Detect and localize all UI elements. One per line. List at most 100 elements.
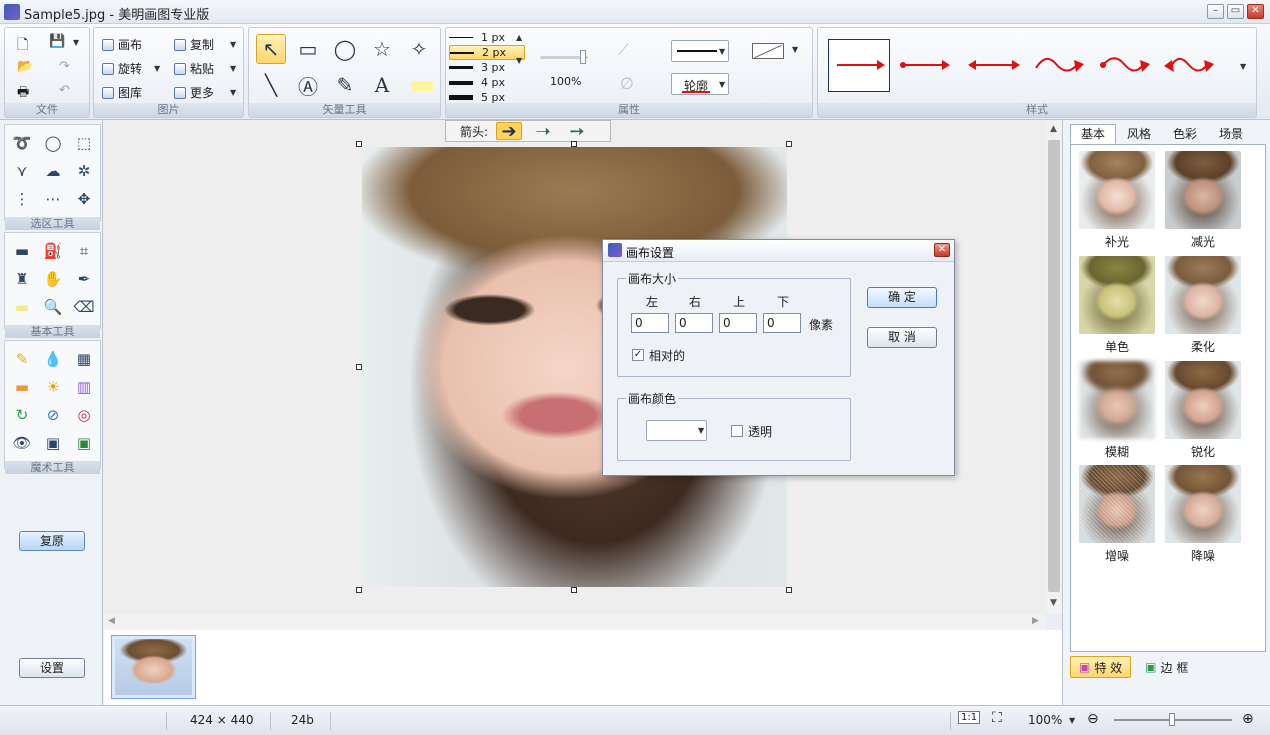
restore-button[interactable]: 复原 xyxy=(19,531,85,551)
rect-select-icon[interactable]: ⬚ xyxy=(69,129,99,157)
resize-handle[interactable] xyxy=(571,587,577,593)
text-icon[interactable]: A xyxy=(367,70,397,100)
vertical-scroll-thumb[interactable] xyxy=(1048,140,1060,592)
vertical-select-icon[interactable]: ⋮ xyxy=(7,185,37,213)
select-arrow-icon[interactable]: ↖ xyxy=(256,34,286,64)
canvas-color-dropdown[interactable]: ▼ xyxy=(646,420,707,441)
resize-handle[interactable] xyxy=(786,141,792,147)
actual-size-button[interactable]: 1:1 xyxy=(958,711,981,724)
zoom-out-icon[interactable]: ⊖ xyxy=(1087,711,1099,727)
mosaic-icon[interactable]: ▦ xyxy=(69,345,99,373)
tab-basic[interactable]: 基本 xyxy=(1070,124,1117,144)
line-icon[interactable]: ╲ xyxy=(256,70,286,100)
width-option-selected[interactable]: 2 px xyxy=(449,45,525,60)
image-thumbnail[interactable] xyxy=(111,635,196,699)
styles-more-icon[interactable]: ▼ xyxy=(1240,62,1246,71)
zoom-slider-thumb[interactable] xyxy=(1169,713,1175,726)
effect-item[interactable]: 模糊 xyxy=(1079,361,1155,460)
brush-icon[interactable]: ✎ xyxy=(7,345,37,373)
line-width-list[interactable]: 1 px 2 px 3 px 4 px 5 px xyxy=(449,30,525,105)
magic-wand-icon[interactable]: ✲ xyxy=(69,157,99,185)
width-option[interactable]: 3 px xyxy=(449,60,525,75)
top-field[interactable]: 0 xyxy=(719,313,757,333)
maximize-icon[interactable]: ▭ xyxy=(1227,4,1244,19)
double-arrow-icon[interactable] xyxy=(966,50,1022,80)
eye-icon[interactable]: 👁 xyxy=(7,429,37,457)
effect-item[interactable]: 减光 xyxy=(1165,151,1241,250)
dialog-close-icon[interactable]: ✕ xyxy=(934,243,950,257)
arrow-head-style-2-icon[interactable]: ➝ xyxy=(530,121,556,142)
crop-icon[interactable]: ⌗ xyxy=(69,237,99,265)
horizontal-select-icon[interactable]: ⋯ xyxy=(38,185,68,213)
resize-handle[interactable] xyxy=(356,364,362,370)
effect-item[interactable]: 锐化 xyxy=(1165,361,1241,460)
highlighter-tool-icon[interactable]: ▬ xyxy=(7,293,37,321)
print-icon[interactable]: 🖶 xyxy=(17,83,29,105)
move-selection-icon[interactable]: ✥ xyxy=(69,185,99,213)
effect-item[interactable]: 增噪 xyxy=(1079,465,1155,564)
resize-handle[interactable] xyxy=(356,141,362,147)
more-dropdown-icon[interactable]: ▼ xyxy=(230,88,236,97)
rotate-button[interactable]: 旋转 ▼ xyxy=(102,60,160,77)
copy-button[interactable]: 复制 ▼ xyxy=(174,36,236,53)
dot-arrow-icon[interactable] xyxy=(898,50,954,80)
width-option[interactable]: 4 px xyxy=(449,75,525,90)
right-field[interactable]: 0 xyxy=(675,313,713,333)
rotate-dropdown-icon[interactable]: ▼ xyxy=(154,64,160,73)
save-dropdown-icon[interactable]: ▼ xyxy=(73,38,79,47)
scroll-right-icon[interactable]: ▶ xyxy=(1032,616,1039,626)
red-eye-icon[interactable]: ◎ xyxy=(69,401,99,429)
zoom-in-icon[interactable]: ⊕ xyxy=(1242,711,1254,727)
opacity-slider-thumb[interactable] xyxy=(580,50,586,64)
effect-item[interactable]: 单色 xyxy=(1079,256,1155,355)
redo-icon[interactable]: ↷ xyxy=(59,59,70,74)
picture-effect-icon[interactable]: ▣ xyxy=(38,429,68,457)
copy-dropdown-icon[interactable]: ▼ xyxy=(230,40,236,49)
tab-color[interactable]: 色彩 xyxy=(1162,124,1208,144)
star-icon[interactable]: ☆ xyxy=(367,34,397,64)
more-button[interactable]: 更多 ▼ xyxy=(174,84,236,101)
effect-item[interactable]: 补光 xyxy=(1079,151,1155,250)
effect-item[interactable]: 降噪 xyxy=(1165,465,1241,564)
arrow-head-style-3-icon[interactable]: ➙ xyxy=(564,121,590,142)
ellipse-select-icon[interactable]: ◯ xyxy=(38,129,68,157)
close-icon[interactable]: ✕ xyxy=(1247,4,1264,19)
blur-drop-icon[interactable]: 💧 xyxy=(38,345,68,373)
magnifier-icon[interactable]: 🔍 xyxy=(38,293,68,321)
callout-icon[interactable]: Ⓐ xyxy=(293,70,323,100)
left-field[interactable]: 0 xyxy=(631,313,669,333)
scroll-left-icon[interactable]: ◀ xyxy=(108,616,115,626)
zoom-dropdown-icon[interactable]: ▼ xyxy=(1069,716,1075,725)
resize-handle[interactable] xyxy=(571,141,577,147)
resize-handle[interactable] xyxy=(356,587,362,593)
replace-color-icon[interactable]: ↻ xyxy=(7,401,37,429)
curve-arrow-icon[interactable] xyxy=(1032,50,1088,80)
transparent-checkbox[interactable] xyxy=(731,425,743,437)
fill-style-dropdown-icon[interactable]: ▼ xyxy=(792,45,798,54)
polygon-lasso-icon[interactable]: ⋎ xyxy=(7,157,37,185)
tab-border[interactable]: ▣ 边 框 xyxy=(1137,656,1196,678)
settings-button[interactable]: 设置 xyxy=(19,658,85,678)
gradient-icon[interactable]: ▬ xyxy=(7,237,37,265)
desaturate-icon[interactable]: ⊘ xyxy=(38,401,68,429)
resize-handle[interactable] xyxy=(786,587,792,593)
tab-scene[interactable]: 场景 xyxy=(1208,124,1254,144)
open-icon[interactable]: 📂 xyxy=(17,59,33,74)
color-fill-icon[interactable]: ▬ xyxy=(7,373,37,401)
highlighter-icon[interactable] xyxy=(411,81,433,91)
undo-icon[interactable]: ↶ xyxy=(59,83,70,98)
gallery-button[interactable]: 图库 xyxy=(102,84,142,101)
double-curve-arrow-icon[interactable] xyxy=(1162,50,1218,80)
ok-button[interactable]: 确 定 xyxy=(867,287,937,308)
eyedropper-icon[interactable]: ✒ xyxy=(69,265,99,293)
fill-style-swatch[interactable] xyxy=(752,43,784,59)
scroll-down-icon[interactable]: ▼ xyxy=(1050,598,1057,608)
paste-button[interactable]: 粘贴 ▼ xyxy=(174,60,236,77)
new-icon[interactable]: 🗋 xyxy=(17,34,28,58)
vertical-scrollbar[interactable]: ▲ ▼ xyxy=(1046,120,1062,614)
pencil-icon[interactable]: ✎ xyxy=(330,70,360,100)
line-style-dropdown[interactable]: ▼ xyxy=(671,40,729,62)
width-up-icon[interactable]: ▲ xyxy=(516,33,522,42)
width-option[interactable]: 1 px xyxy=(449,30,525,45)
arrow-head-style-1-icon[interactable]: ➔ xyxy=(496,121,523,142)
